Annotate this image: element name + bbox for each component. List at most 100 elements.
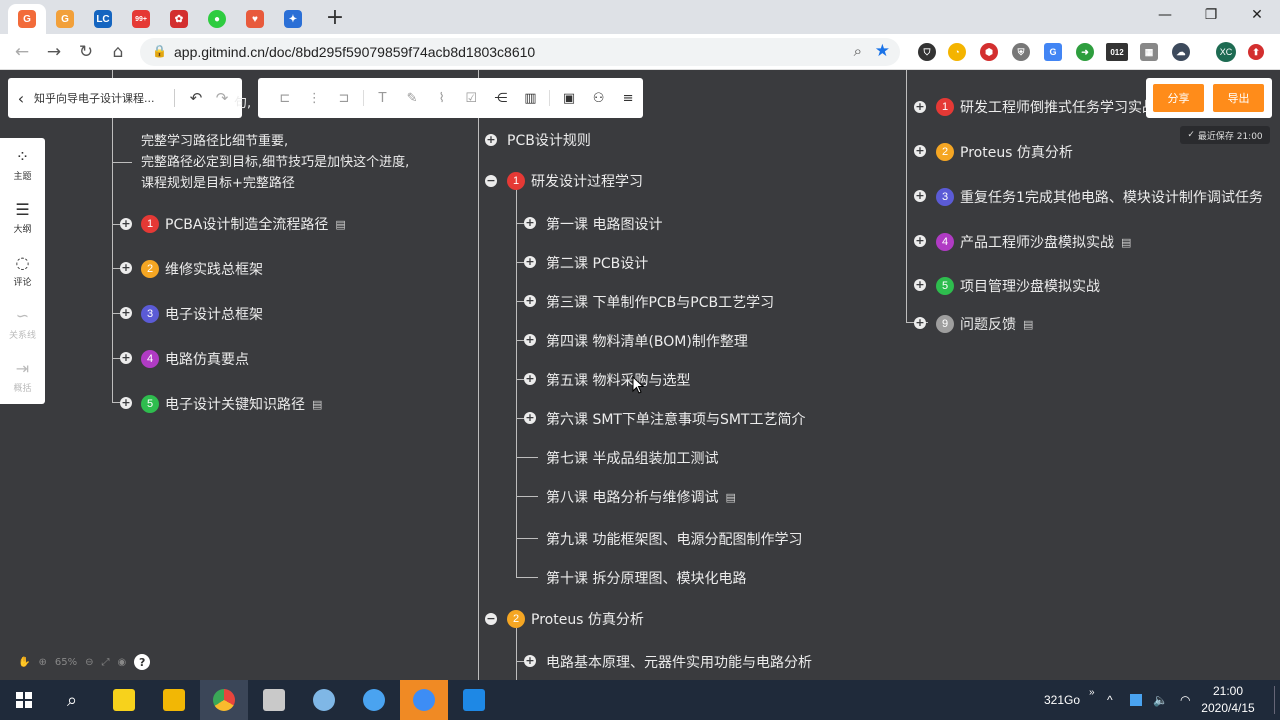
format-painter-icon[interactable]: ✎ bbox=[397, 91, 427, 106]
mindmap-node[interactable]: 3 电子设计总框架 bbox=[141, 304, 263, 324]
lesson-node[interactable]: 第三课 下单制作PCB与PCB工艺学习 bbox=[546, 292, 774, 312]
export-button[interactable]: 导出 bbox=[1213, 84, 1264, 112]
system-clock[interactable]: 21:00 2020/4/15 bbox=[1198, 683, 1258, 717]
mindmap-node[interactable]: 5 项目管理沙盘模拟实战 bbox=[936, 276, 1100, 296]
browser-tab[interactable]: LC bbox=[84, 4, 122, 34]
taskbar-app[interactable] bbox=[300, 680, 348, 720]
show-desktop-button[interactable] bbox=[1274, 686, 1275, 714]
expand-toggle[interactable]: + bbox=[524, 373, 536, 385]
expand-toggle[interactable]: + bbox=[524, 655, 536, 667]
sidebar-item-comment[interactable]: ◌ 评论 bbox=[0, 246, 45, 296]
lesson-node[interactable]: 电路基本原理、元器件实用功能与电路分析 bbox=[546, 652, 812, 672]
collapse-toggle[interactable]: − bbox=[485, 175, 497, 187]
new-tab-button[interactable]: + bbox=[322, 4, 348, 30]
taskbar-app[interactable] bbox=[350, 680, 398, 720]
extension-badge[interactable]: 012 bbox=[1106, 43, 1128, 61]
undo-icon[interactable]: ↶ bbox=[183, 89, 209, 107]
insert-parent-topic-icon[interactable]: ⊐ bbox=[329, 91, 359, 106]
expand-toggle[interactable]: + bbox=[120, 397, 132, 409]
mindmap-node[interactable]: 1 PCBA设计制造全流程路径 ▤ bbox=[141, 214, 346, 234]
expand-toggle[interactable]: + bbox=[524, 217, 536, 229]
expand-toggle[interactable]: + bbox=[524, 295, 536, 307]
expand-toggle[interactable]: + bbox=[524, 412, 536, 424]
structure-icon[interactable]: ⋲ bbox=[486, 91, 516, 106]
taskbar-app[interactable] bbox=[250, 680, 298, 720]
lesson-node[interactable]: 第一课 电路图设计 bbox=[546, 214, 662, 234]
mindmap-node[interactable]: 1 研发工程师倒推式任务学习实战 bbox=[936, 97, 1156, 117]
home-button[interactable]: ⌂ bbox=[106, 40, 130, 64]
help-icon[interactable]: ? bbox=[134, 654, 151, 670]
more-settings-icon[interactable]: ≡ bbox=[613, 91, 643, 106]
forward-button[interactable]: → bbox=[42, 40, 66, 64]
back-to-list-icon[interactable]: ‹ bbox=[8, 89, 34, 108]
mindmap-node[interactable]: 3 重复任务1完成其他电路、模块设计制作调试任务 bbox=[936, 187, 1263, 207]
lesson-node[interactable]: 第四课 物料清单(BOM)制作整理 bbox=[546, 331, 748, 351]
search-button[interactable]: ⌕ bbox=[48, 680, 96, 720]
zoom-out-icon[interactable]: ⊖ bbox=[85, 657, 93, 668]
note-icon[interactable]: ▤ bbox=[725, 491, 735, 504]
close-window-button[interactable]: ✕ bbox=[1234, 4, 1280, 26]
hand-icon[interactable]: ✋ bbox=[18, 657, 30, 668]
lesson-node[interactable]: 第八课 电路分析与维修调试 ▤ bbox=[546, 487, 736, 507]
insert-child-topic-icon[interactable]: ⊏ bbox=[270, 91, 300, 106]
browser-tab[interactable]: ● bbox=[198, 4, 236, 34]
extension-cloud-icon[interactable]: ☁ bbox=[1172, 43, 1190, 61]
expand-toggle[interactable]: + bbox=[914, 190, 926, 202]
note-icon[interactable]: ▤ bbox=[335, 218, 345, 231]
sidebar-item-relation[interactable]: ∽ 关系线 bbox=[0, 299, 45, 349]
expand-toggle[interactable]: + bbox=[485, 134, 497, 146]
task-icon[interactable]: ☑ bbox=[456, 91, 486, 106]
share-button[interactable]: 分享 bbox=[1153, 84, 1204, 112]
tray-chevron-up-icon[interactable]: ^ bbox=[1107, 680, 1113, 720]
zoom-in-icon[interactable]: ⊕ bbox=[38, 657, 46, 668]
mindmap-node[interactable]: PCB设计规则 bbox=[507, 130, 591, 150]
expand-toggle[interactable]: + bbox=[120, 218, 132, 230]
profile-avatar[interactable]: XC bbox=[1216, 42, 1236, 62]
lesson-node[interactable]: 第六课 SMT下单注意事项与SMT工艺简介 bbox=[546, 409, 806, 429]
document-title[interactable]: 知乎向导电子设计课程... bbox=[34, 90, 166, 106]
expand-toggle[interactable]: + bbox=[120, 262, 132, 274]
sidebar-item-theme[interactable]: ⁘ 主题 bbox=[0, 140, 45, 190]
expand-toggle[interactable]: + bbox=[524, 334, 536, 346]
browser-tab[interactable]: ♥ bbox=[236, 4, 274, 34]
layout-icon[interactable]: ▥ bbox=[516, 91, 546, 106]
restore-button[interactable]: ❐ bbox=[1188, 4, 1234, 26]
redo-icon[interactable]: ↷ bbox=[209, 89, 235, 107]
extension-shield-icon[interactable]: ⛉ bbox=[918, 43, 936, 61]
extension-shield2-icon[interactable]: ⛨ bbox=[1012, 43, 1030, 61]
fullscreen-icon[interactable]: ⤢ bbox=[101, 657, 109, 668]
lesson-node[interactable]: 第十课 拆分原理图、模块化电路 bbox=[546, 568, 746, 588]
topic-description[interactable]: 完整学习路径比细节重要, 完整路径必定到目标,细节技巧是加快这个进度, 课程规划… bbox=[141, 131, 409, 194]
expand-toggle[interactable]: + bbox=[524, 256, 536, 268]
mindmap-node[interactable]: 5 电子设计关键知识路径 ▤ bbox=[141, 394, 322, 414]
extension-puzzle-icon[interactable]: ▦ bbox=[1140, 43, 1158, 61]
reload-button[interactable]: ↻ bbox=[74, 40, 98, 64]
expand-toggle[interactable]: + bbox=[914, 317, 926, 329]
tray-overflow-icon[interactable]: » bbox=[1089, 672, 1095, 712]
volume-icon[interactable]: 🔈 bbox=[1153, 680, 1168, 720]
address-bar[interactable]: 🔒 app.gitmind.cn/doc/8bd295f59079859f74a… bbox=[140, 38, 900, 66]
text-style-icon[interactable]: T bbox=[368, 91, 398, 106]
browser-tab[interactable]: G bbox=[46, 4, 84, 34]
eye-icon[interactable]: ◉ bbox=[117, 657, 126, 668]
zoom-magnifier-icon[interactable]: ⌕ bbox=[854, 42, 862, 60]
mindmap-node[interactable]: 2 Proteus 仿真分析 bbox=[936, 142, 1073, 162]
extension-arrow-icon[interactable]: ➜ bbox=[1076, 43, 1094, 61]
translate-icon[interactable]: G bbox=[1044, 43, 1062, 61]
sidebar-item-outline[interactable]: ☰ 大纲 bbox=[0, 193, 45, 243]
expand-toggle[interactable]: + bbox=[914, 279, 926, 291]
minimize-button[interactable]: — bbox=[1142, 4, 1188, 26]
expand-toggle[interactable]: + bbox=[120, 352, 132, 364]
expand-toggle[interactable]: + bbox=[914, 145, 926, 157]
taskbar-app[interactable] bbox=[150, 680, 198, 720]
expand-toggle[interactable]: + bbox=[914, 235, 926, 247]
browser-tab[interactable]: G bbox=[8, 4, 46, 34]
start-button[interactable] bbox=[0, 680, 48, 720]
taskbar-app[interactable] bbox=[200, 680, 248, 720]
mindmap-node[interactable]: 4 产品工程师沙盘模拟实战 ▤ bbox=[936, 232, 1131, 252]
back-button[interactable]: ← bbox=[10, 40, 34, 64]
mindmap-node[interactable]: 4 电路仿真要点 bbox=[141, 349, 249, 369]
collaborators-icon[interactable]: ⚇ bbox=[584, 91, 614, 106]
note-icon[interactable]: ▤ bbox=[1121, 236, 1131, 249]
browser-tab[interactable]: 99+ bbox=[122, 4, 160, 34]
